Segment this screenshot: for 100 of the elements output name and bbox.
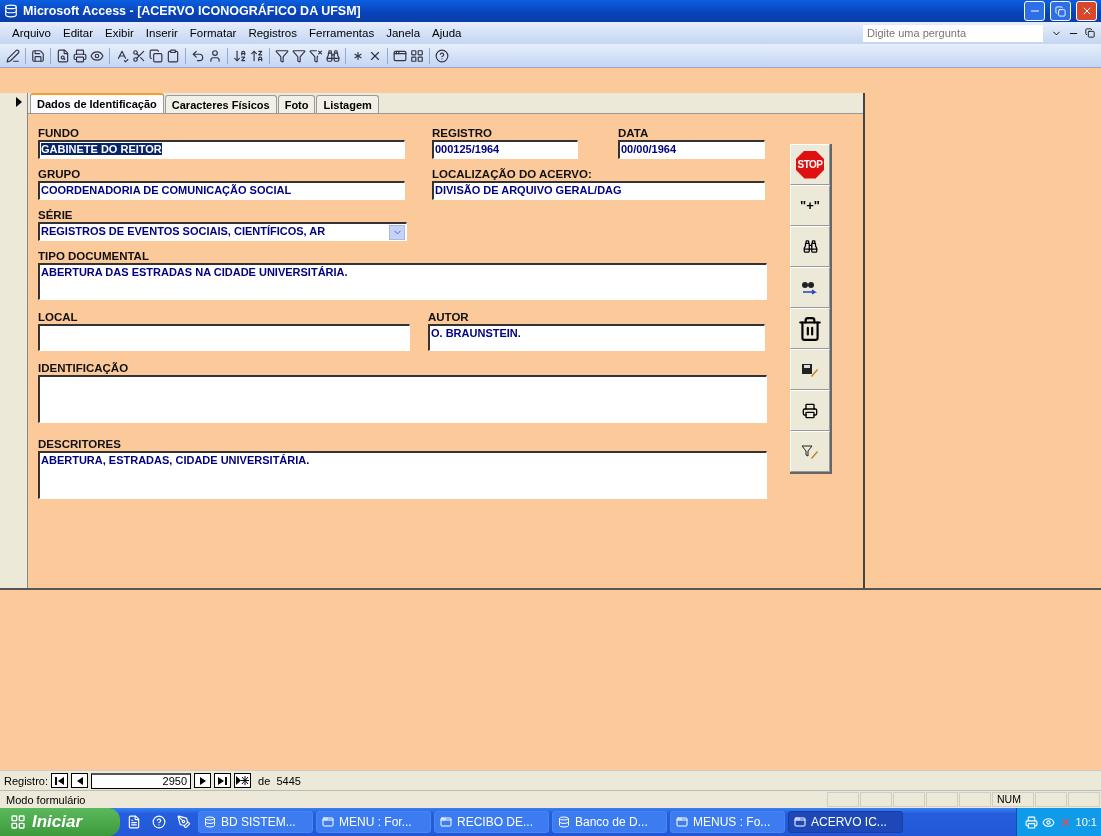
filter-remove-icon[interactable]	[309, 48, 323, 63]
taskbar-item[interactable]: RECIBO DE...	[434, 811, 549, 833]
tab[interactable]: Listagem	[316, 95, 379, 113]
new-record-icon	[236, 776, 250, 785]
save-button[interactable]	[790, 349, 830, 390]
window-icon	[322, 816, 334, 828]
record-selector[interactable]	[0, 93, 28, 588]
first-record-button[interactable]	[51, 773, 69, 788]
previous-record-button[interactable]	[71, 773, 89, 788]
text-field[interactable]: ABERTURA DAS ESTRADAS NA CIDADE UNIVERSITÁRIA.	[38, 263, 767, 300]
tray-icon[interactable]	[1041, 815, 1055, 829]
printer-icon[interactable]	[73, 48, 87, 63]
find-button[interactable]	[790, 226, 830, 267]
menu-item[interactable]: Inserir	[139, 27, 184, 39]
taskbar-item[interactable]: MENUS : Fo...	[670, 811, 785, 833]
print-button[interactable]	[790, 390, 830, 431]
last-record-button[interactable]	[214, 773, 232, 788]
document-icon[interactable]	[127, 815, 141, 829]
windows-logo-icon	[10, 814, 26, 830]
sort-descending-icon[interactable]	[250, 48, 264, 63]
tray-icon[interactable]	[1024, 815, 1038, 829]
field-label: GRUPO	[38, 167, 82, 181]
grid-icon[interactable]	[410, 48, 424, 63]
menu-item[interactable]: Ajuda	[426, 27, 468, 39]
help-search-field[interactable]: Digite uma pergunta	[863, 24, 1043, 42]
funnel-icon[interactable]	[275, 48, 289, 63]
cut-icon[interactable]	[132, 48, 146, 63]
text-field[interactable]: COORDENADORIA DE COMUNICAÇÃO SOCIAL	[38, 181, 405, 200]
menu-item[interactable]: Formatar	[183, 27, 243, 39]
next-record-button[interactable]	[194, 773, 212, 788]
printer-icon	[802, 402, 818, 419]
status-panel	[827, 792, 859, 807]
preview-icon[interactable]	[90, 48, 104, 63]
restore-icon	[1055, 5, 1066, 17]
window-title: Microsoft Access - [ACERVO ICONOGRÁFICO DA UFSM]	[23, 4, 362, 18]
copy-icon[interactable]	[149, 48, 163, 63]
field-label: DESCRITORES	[38, 437, 122, 451]
previous-icon	[76, 776, 83, 785]
taskbar-item[interactable]: BD SISTEM...	[198, 811, 313, 833]
help-icon[interactable]	[435, 48, 449, 63]
text-field[interactable]: 000125/1964	[432, 140, 578, 159]
status-panel	[1035, 792, 1067, 807]
disk-pencil-icon	[801, 361, 819, 378]
sort-ascending-icon[interactable]	[233, 48, 247, 63]
person-icon[interactable]	[208, 48, 222, 63]
next-icon	[199, 776, 206, 785]
text-field[interactable]: 00/00/1964	[618, 140, 765, 159]
database-icon	[204, 816, 216, 828]
field-label: LOCALIZAÇÃO DO ACERVO:	[432, 167, 593, 181]
status-panel	[860, 792, 892, 807]
menu-item[interactable]: Arquivo	[6, 27, 57, 39]
last-icon	[218, 776, 228, 785]
field-label: AUTOR	[428, 310, 470, 324]
text-field[interactable]	[38, 375, 767, 423]
find-next-button[interactable]	[790, 267, 830, 308]
binoculars-arrow-icon	[801, 279, 819, 296]
filter-icon[interactable]	[292, 48, 306, 63]
text-field[interactable]: DIVISÃO DE ARQUIVO GERAL/DAG	[432, 181, 765, 200]
taskbar-item[interactable]: MENU : For...	[316, 811, 431, 833]
window-icon	[794, 816, 806, 828]
save-icon[interactable]	[31, 48, 45, 63]
undo-icon[interactable]	[191, 48, 205, 63]
text-field[interactable]: ABERTURA, ESTRADAS, CIDADE UNIVERSITÁRIA.	[38, 451, 767, 499]
paste-icon[interactable]	[166, 48, 180, 63]
taskbar-item[interactable]: ACERVO IC...	[788, 811, 903, 833]
combo-box[interactable]: REGISTROS DE EVENTOS SOCIAIS, CIENTÍFICOS, AR	[38, 222, 407, 241]
tab[interactable]: Foto	[277, 95, 316, 113]
file-search-icon[interactable]	[56, 48, 70, 63]
menu-item[interactable]: Janela	[380, 27, 427, 39]
record-count-text: de 5445	[258, 774, 301, 787]
clock: 10:1	[1075, 816, 1097, 828]
text-field[interactable]: O. BRAUNSTEIN.	[428, 324, 765, 351]
minimize-button[interactable]	[1024, 1, 1045, 21]
database-icon	[558, 816, 570, 828]
tab[interactable]: Caracteres Físicos	[164, 95, 277, 113]
restore-button[interactable]	[1050, 1, 1071, 21]
menu-item[interactable]: Ferramentas	[303, 27, 381, 39]
close-button[interactable]	[1076, 1, 1097, 21]
filter-button[interactable]	[790, 431, 830, 472]
text-field[interactable]: GABINETE DO REITOR	[38, 140, 405, 159]
new-record-button[interactable]: "+"	[790, 185, 830, 226]
spell-check-icon[interactable]	[115, 48, 129, 63]
binoculars-icon[interactable]	[326, 48, 340, 63]
record-number-field[interactable]: 2950	[91, 772, 192, 789]
new-record-button[interactable]	[234, 773, 252, 788]
taskbar-item[interactable]: Banco de D...	[552, 811, 667, 833]
field-label: SÉRIE	[38, 208, 74, 222]
trash-can-icon	[797, 315, 823, 342]
menu-item[interactable]: Registros	[242, 27, 303, 39]
status-panel	[959, 792, 991, 807]
text-field[interactable]	[38, 324, 410, 351]
tab[interactable]: Dados de Identificação	[30, 93, 164, 113]
menu-item[interactable]: Editar	[57, 27, 100, 39]
pen-icon[interactable]	[177, 815, 191, 829]
window-icon[interactable]	[393, 48, 407, 63]
delete-button[interactable]	[790, 308, 830, 349]
menu-item[interactable]: Exibir	[99, 27, 140, 39]
stop-button[interactable]: STOP	[790, 144, 830, 185]
restore-icon[interactable]	[1085, 28, 1095, 38]
pencil-icon[interactable]	[6, 48, 20, 63]
